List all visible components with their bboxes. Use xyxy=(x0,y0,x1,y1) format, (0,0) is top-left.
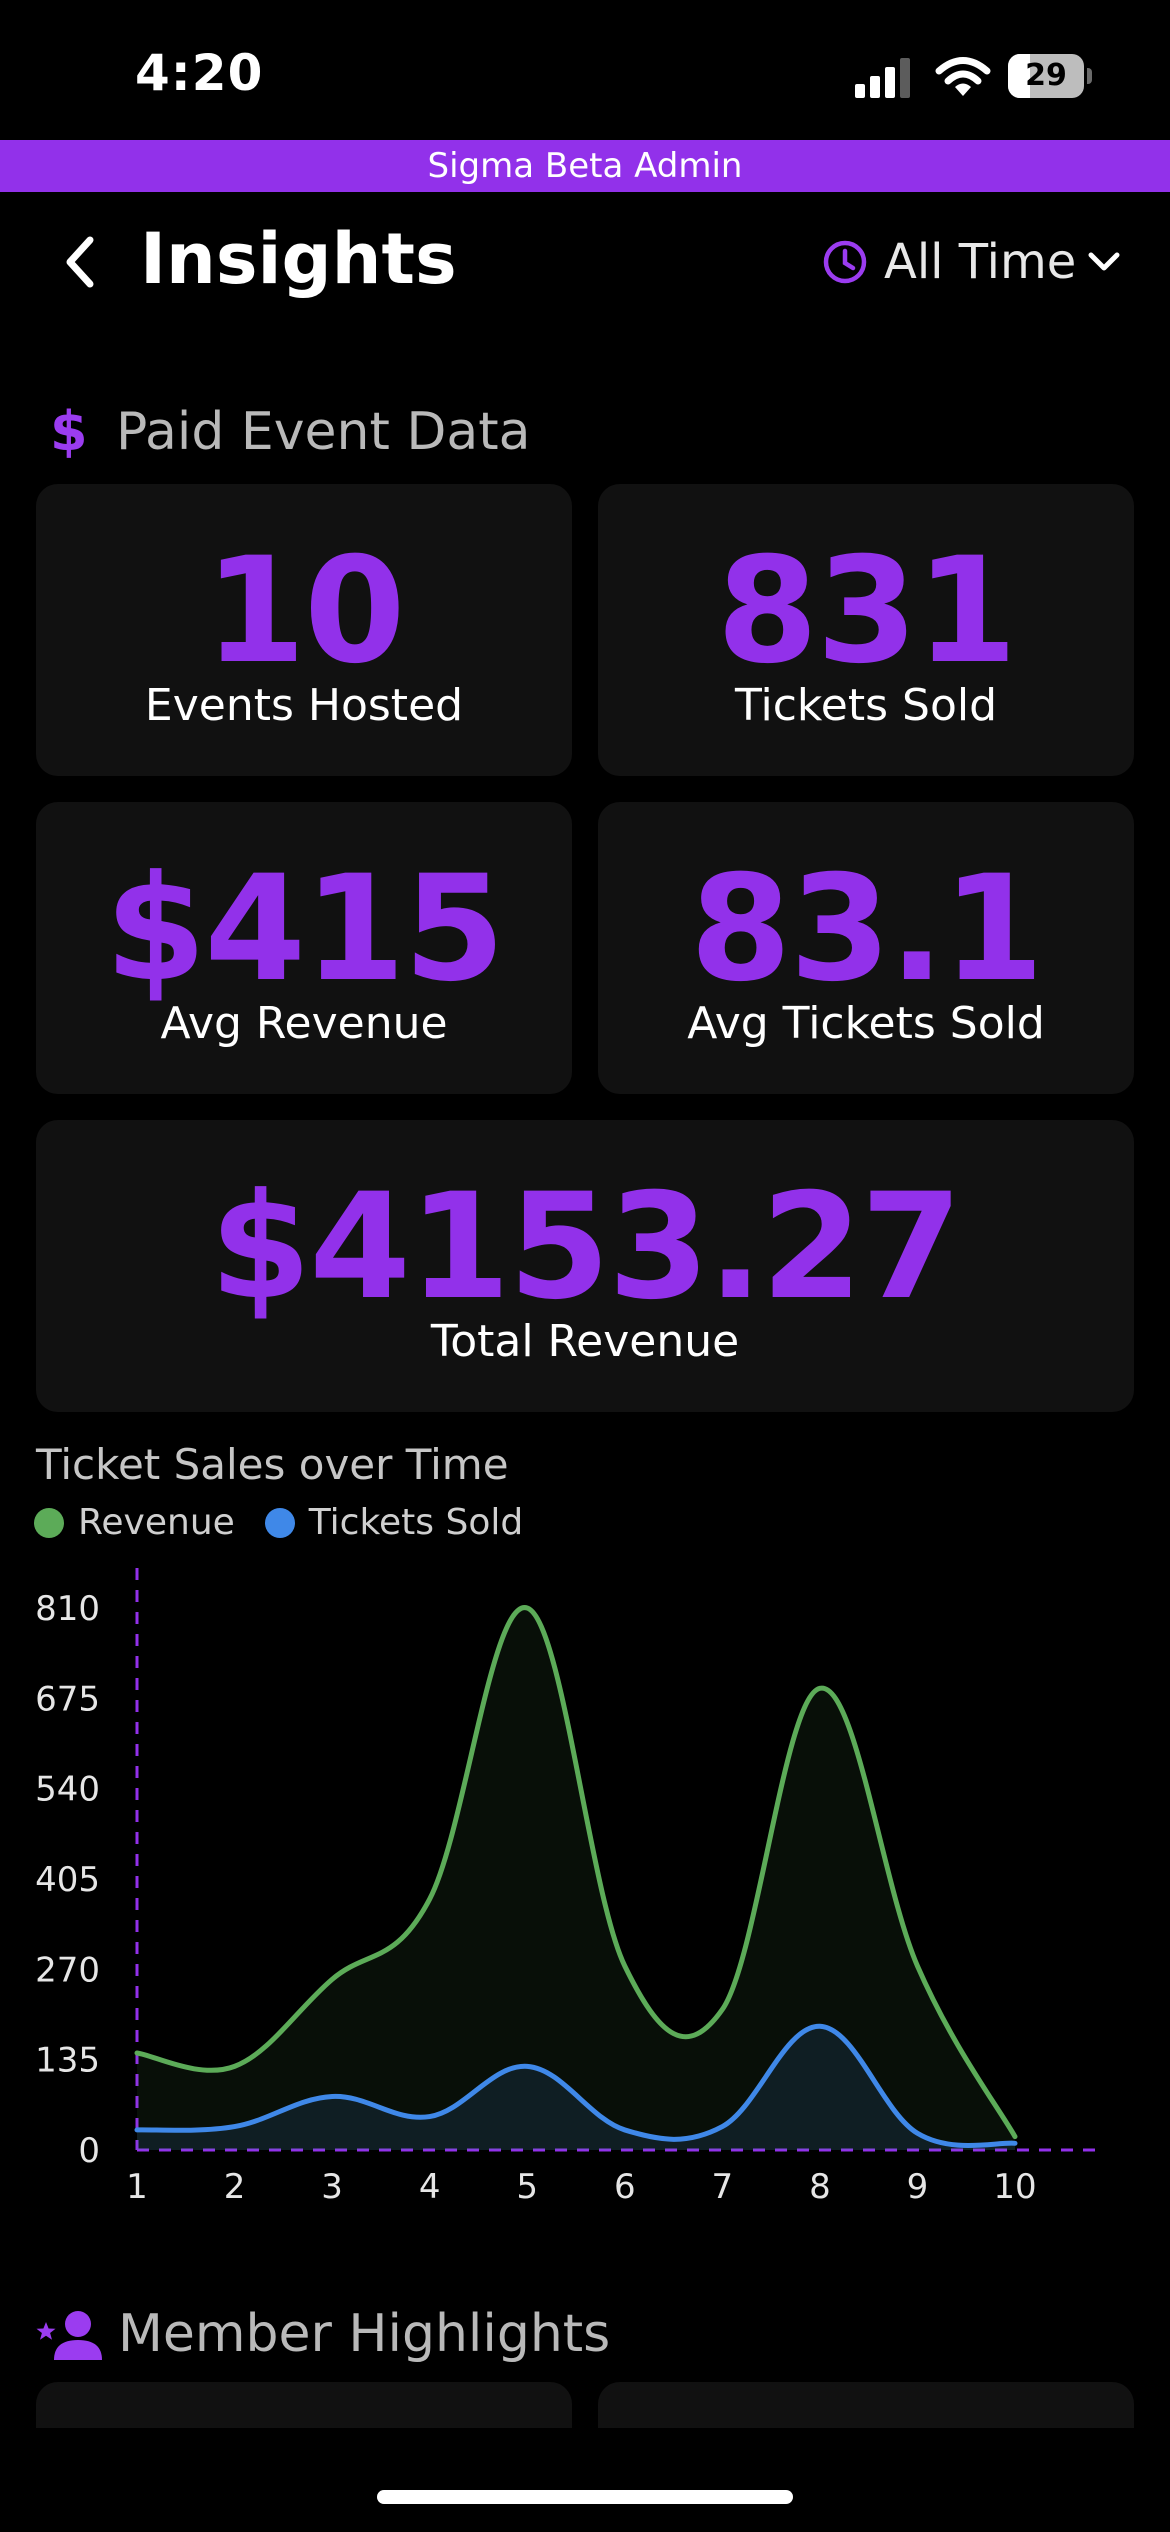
avg-revenue-value: $415 xyxy=(104,844,505,1014)
avg-tickets-card: 83.1 Avg Tickets Sold xyxy=(598,802,1134,1094)
x-tick-label: 5 xyxy=(516,2167,538,2207)
y-tick-label: 405 xyxy=(35,1860,100,1900)
clock-icon xyxy=(823,240,867,284)
status-time: 4:20 xyxy=(135,44,264,102)
admin-banner: Sigma Beta Admin xyxy=(0,140,1170,192)
member-highlights-heading: Member Highlights xyxy=(36,2304,610,2364)
x-tick-label: 7 xyxy=(712,2167,734,2207)
chevron-down-icon xyxy=(1088,252,1120,271)
y-tick-label: 540 xyxy=(35,1770,100,1810)
chart-title: Ticket Sales over Time xyxy=(36,1440,509,1489)
status-bar: 4:20 29 xyxy=(0,0,1170,140)
legend-dot-tickets xyxy=(264,1507,295,1538)
x-tick-label: 6 xyxy=(614,2167,636,2207)
x-tick-label: 10 xyxy=(993,2167,1036,2207)
x-tick-label: 2 xyxy=(224,2167,246,2207)
x-tick-label: 1 xyxy=(126,2167,148,2207)
dollar-icon: $ xyxy=(50,400,88,463)
y-tick-label: 675 xyxy=(35,1679,100,1719)
x-tick-label: 9 xyxy=(907,2167,929,2207)
events-hosted-value: 10 xyxy=(204,526,405,696)
legend-label-revenue: Revenue xyxy=(78,1502,235,1543)
area-revenue xyxy=(137,1607,1015,2150)
paid-event-title: Paid Event Data xyxy=(116,401,531,462)
total-revenue-card: $4153.27 Total Revenue xyxy=(36,1120,1134,1412)
legend-item-revenue: Revenue xyxy=(34,1502,235,1543)
legend-item-tickets: Tickets Sold xyxy=(264,1502,524,1543)
y-tick-label: 0 xyxy=(78,2131,100,2171)
avg-tickets-value: 83.1 xyxy=(689,844,1044,1014)
chart-legend: Revenue Tickets Sold xyxy=(34,1502,553,1543)
member-highlights-title: Member Highlights xyxy=(118,2304,611,2364)
x-tick-label: 8 xyxy=(809,2167,831,2207)
y-tick-label: 135 xyxy=(35,2041,100,2081)
x-tick-label: 3 xyxy=(321,2167,343,2207)
legend-label-tickets: Tickets Sold xyxy=(308,1502,524,1543)
back-button[interactable] xyxy=(58,232,102,292)
tickets-sold-card: 831 Tickets Sold xyxy=(598,484,1134,776)
time-filter-dropdown[interactable]: All Time xyxy=(822,232,1120,292)
total-revenue-value: $4153.27 xyxy=(209,1162,963,1332)
bottom-safe-area xyxy=(0,2428,1170,2532)
events-hosted-card: 10 Events Hosted xyxy=(36,484,572,776)
avg-tickets-label: Avg Tickets Sold xyxy=(687,998,1045,1049)
tickets-sold-label: Tickets Sold xyxy=(734,680,998,731)
signal-icon xyxy=(855,58,910,98)
total-revenue-label: Total Revenue xyxy=(430,1316,740,1367)
battery-percent: 29 xyxy=(1025,58,1067,93)
avg-revenue-label: Avg Revenue xyxy=(160,998,448,1049)
tickets-sold-value: 831 xyxy=(716,526,1018,696)
wifi-icon xyxy=(935,57,991,96)
battery-icon: 29 xyxy=(1008,54,1092,98)
time-filter-label: All Time xyxy=(884,234,1077,290)
ticket-sales-chart: 0 135 270 405 540 675 810 1 2 3 4 5 6 7 8 9 10 xyxy=(35,1568,1100,2207)
member-star-icon xyxy=(36,2311,102,2360)
y-tick-label: 810 xyxy=(35,1589,100,1629)
events-hosted-label: Events Hosted xyxy=(144,680,464,731)
page-title: Insights xyxy=(140,218,457,300)
legend-dot-revenue xyxy=(34,1507,64,1538)
y-tick-label: 270 xyxy=(35,1950,100,1990)
paid-event-heading: $ Paid Event Data xyxy=(50,400,531,463)
x-tick-label: 4 xyxy=(419,2167,441,2207)
avg-revenue-card: $415 Avg Revenue xyxy=(36,802,572,1094)
home-indicator[interactable] xyxy=(377,2490,793,2504)
